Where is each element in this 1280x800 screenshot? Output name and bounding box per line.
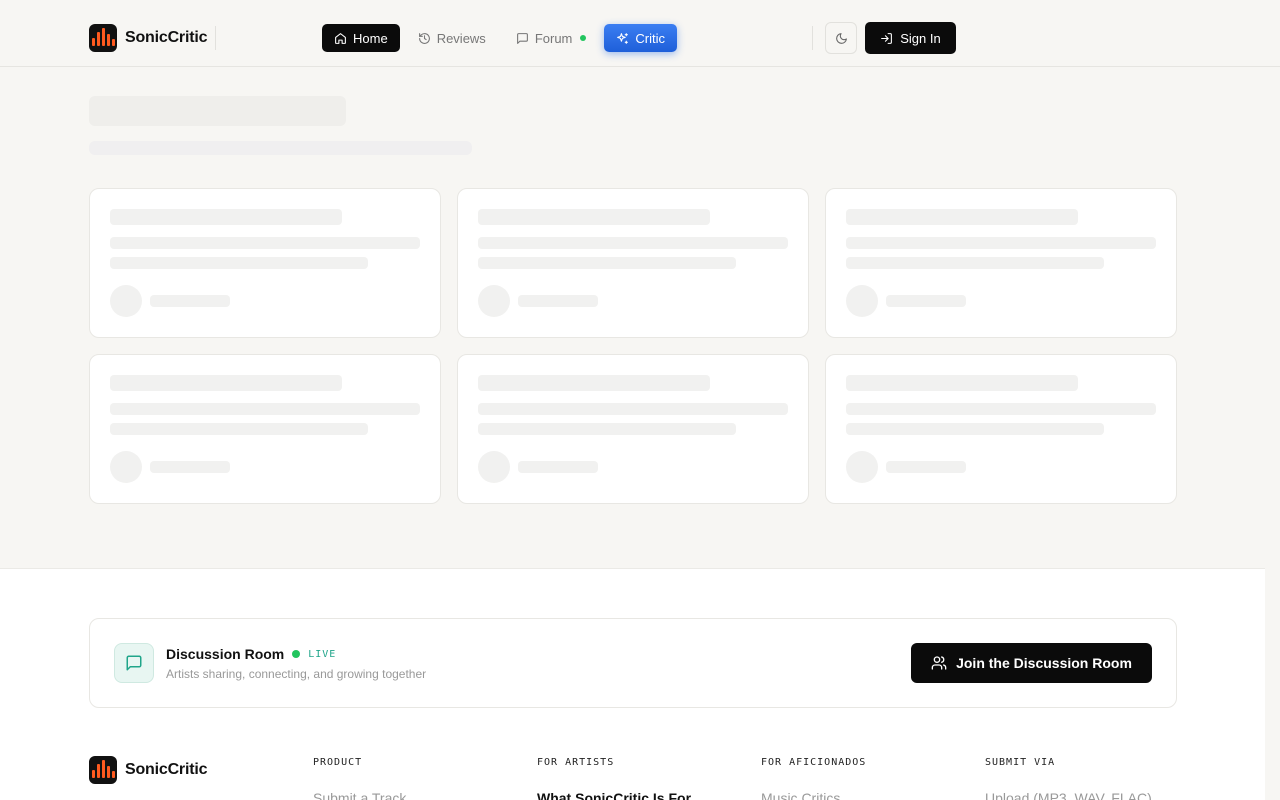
skeleton-card — [89, 188, 441, 338]
skeleton-card — [825, 188, 1177, 338]
theme-toggle-button[interactable] — [825, 22, 857, 54]
brand-logo[interactable]: SonicCritic — [89, 24, 207, 52]
title-skeleton — [89, 96, 346, 126]
footer-link[interactable]: Music Critics — [761, 790, 866, 800]
history-icon — [418, 32, 430, 44]
nav-critic[interactable]: Critic — [604, 24, 677, 52]
sign-in-button[interactable]: Sign In — [865, 22, 956, 54]
forum-live-dot — [580, 35, 587, 41]
avatar-skeleton — [110, 285, 142, 317]
footer-heading: PRODUCT — [313, 757, 363, 768]
logo-bars-icon — [89, 24, 117, 52]
footer-brand-name: SonicCritic — [125, 761, 208, 778]
skeleton-card — [457, 188, 809, 338]
footer-heading: FOR AFICIONADOS — [761, 757, 867, 768]
nav-home[interactable]: Home — [322, 24, 400, 52]
avatar-skeleton — [478, 285, 510, 317]
site-footer: Discussion Room LIVE Artists sharing, co… — [0, 568, 1265, 800]
footer-link[interactable]: What SonicCritic Is For — [537, 790, 691, 800]
footer-column-for-artists: FOR ARTISTS What SonicCritic Is For — [537, 757, 691, 800]
message-icon — [516, 32, 528, 44]
nav-critic-label: Critic — [635, 30, 665, 46]
discussion-title-row: Discussion Room LIVE — [166, 646, 336, 662]
users-icon — [931, 656, 947, 670]
divider — [215, 26, 216, 50]
top-header: SonicCritic Home Reviews Forum Critic Si… — [0, 0, 1280, 67]
footer-column-submit-via: SUBMIT VIA Upload (MP3, WAV, FLAC) — [985, 757, 1152, 800]
live-dot — [292, 650, 301, 658]
footer-brand[interactable]: SonicCritic — [89, 756, 207, 784]
footer-column-product: PRODUCT Submit a Track — [313, 757, 406, 800]
sign-in-label: Sign In — [900, 30, 941, 46]
skeleton-card — [457, 354, 809, 504]
join-discussion-label: Join the Discussion Room — [956, 655, 1132, 671]
logo-bars-icon — [89, 756, 117, 784]
divider — [812, 26, 813, 50]
discussion-title: Discussion Room — [166, 646, 285, 662]
nav-reviews-label: Reviews — [436, 30, 486, 46]
footer-link[interactable]: Submit a Track — [313, 790, 406, 800]
subtitle-skeleton — [89, 141, 472, 155]
join-discussion-button[interactable]: Join the Discussion Room — [911, 643, 1152, 683]
discussion-room-banner: Discussion Room LIVE Artists sharing, co… — [89, 618, 1177, 708]
avatar-skeleton — [846, 451, 878, 483]
nav-forum[interactable]: Forum — [504, 24, 599, 52]
live-badge: LIVE — [308, 648, 337, 660]
avatar-skeleton — [846, 285, 878, 317]
sparkles-icon — [617, 32, 629, 44]
nav-reviews[interactable]: Reviews — [406, 24, 498, 52]
skeleton-card — [89, 354, 441, 504]
moon-icon — [835, 32, 847, 44]
skeleton-card — [825, 354, 1177, 504]
chat-icon — [114, 643, 154, 683]
discussion-subtitle: Artists sharing, connecting, and growing… — [166, 667, 427, 681]
footer-link[interactable]: Upload (MP3, WAV, FLAC) — [985, 790, 1152, 800]
login-icon — [881, 32, 893, 44]
avatar-skeleton — [110, 451, 142, 483]
avatar-skeleton — [478, 451, 510, 483]
home-icon — [335, 32, 346, 44]
brand-name: SonicCritic — [125, 29, 208, 46]
footer-heading: FOR ARTISTS — [537, 757, 615, 768]
nav-forum-label: Forum — [534, 30, 573, 46]
nav-home-label: Home — [353, 30, 388, 46]
main-nav: Home Reviews Forum Critic — [322, 24, 677, 52]
footer-heading: SUBMIT VIA — [985, 757, 1056, 768]
footer-column-for-aficionados: FOR AFICIONADOS Music Critics — [761, 757, 866, 800]
